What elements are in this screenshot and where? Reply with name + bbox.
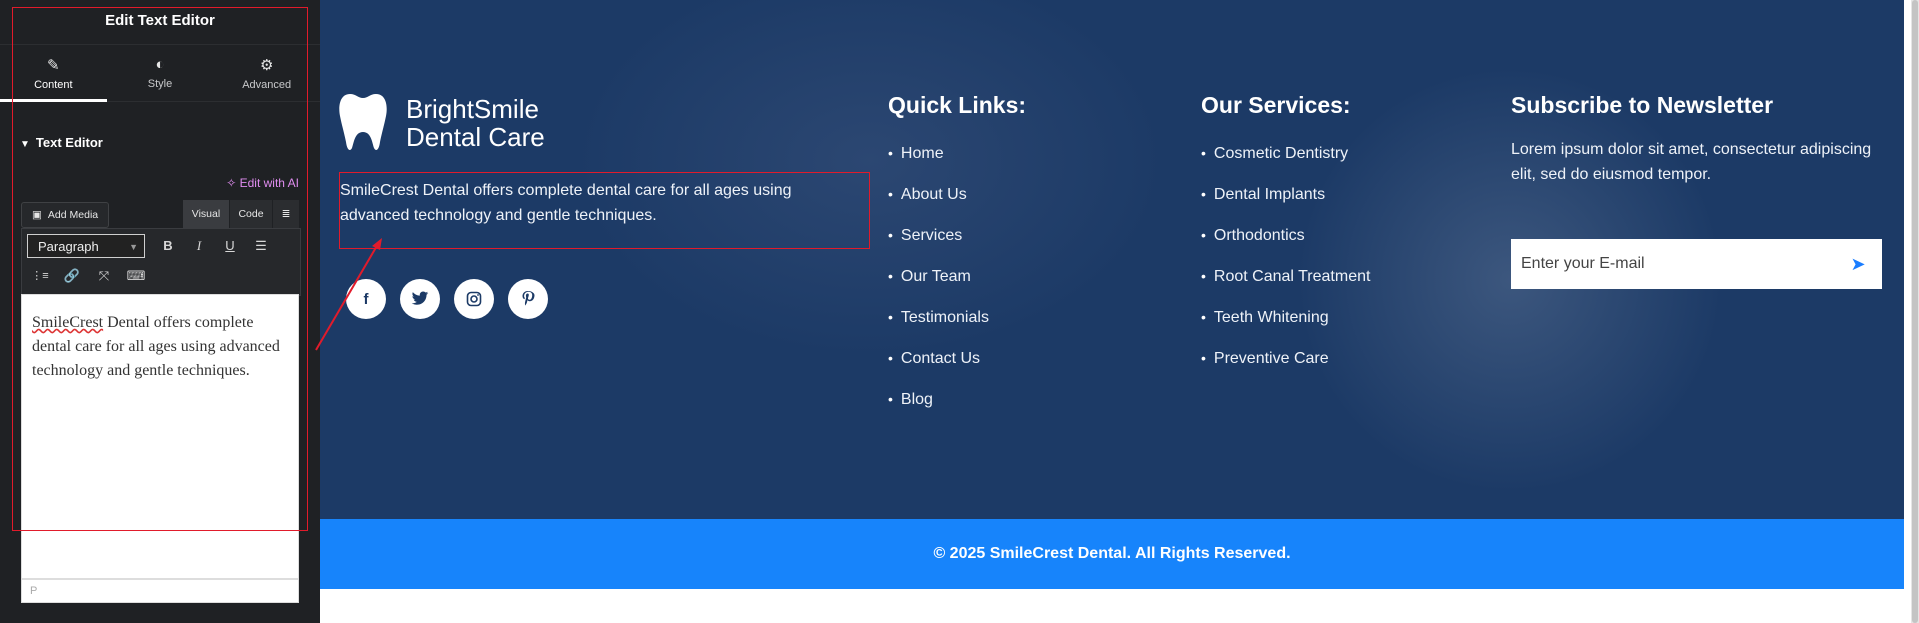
quick-link-home[interactable]: Home (888, 141, 1026, 182)
quick-links-column: Quick Links: Home About Us Services Our … (888, 92, 1026, 428)
section-toggle-text-editor[interactable]: ▼ Text Editor (20, 135, 103, 150)
editor-content: SmileCrest Dental offers complete dental… (32, 311, 287, 383)
contrast-icon: ◐ (155, 56, 165, 73)
site-preview: BrightSmile Dental Care SmileCrest Denta… (320, 0, 1904, 623)
link-icon[interactable]: 🔗 (61, 265, 83, 287)
service-implants[interactable]: Dental Implants (1201, 182, 1370, 223)
paragraph-format-select[interactable]: Paragraph ▼ (27, 234, 145, 258)
services-column: Our Services: Cosmetic Dentistry Dental … (1201, 92, 1370, 387)
footer-main: BrightSmile Dental Care SmileCrest Denta… (320, 0, 1904, 519)
copyright-bar: © 2025 SmileCrest Dental. All Rights Res… (320, 519, 1904, 589)
pinterest-icon[interactable] (508, 279, 548, 319)
copyright-text: © 2025 SmileCrest Dental. All Rights Res… (933, 545, 1291, 562)
panel-title: Edit Text Editor (0, 0, 320, 45)
social-links: f (346, 279, 548, 319)
caret-down-icon: ▼ (20, 139, 30, 150)
newsletter-form: ➤ (1511, 239, 1882, 289)
facebook-icon[interactable]: f (346, 279, 386, 319)
format-toolbar: Paragraph ▼ B I U ☰ ⋮≡ 🔗 ⤧ ⌨ (21, 228, 301, 296)
tab-advanced[interactable]: ⚙ Advanced (213, 45, 320, 101)
pencil-icon: ✎ (47, 56, 60, 74)
newsletter-column: Subscribe to Newsletter Lorem ipsum dolo… (1511, 92, 1891, 187)
newsletter-title: Subscribe to Newsletter (1511, 92, 1774, 118)
mode-code-tab[interactable]: Code (230, 200, 272, 228)
paragraph-format-value: Paragraph (38, 239, 99, 254)
misspelled-word: SmileCrest (32, 314, 104, 331)
tab-advanced-label: Advanced (242, 78, 292, 91)
edit-with-ai-button[interactable]: ✧ Edit with AI (226, 176, 299, 190)
tab-style[interactable]: ◐ Style (107, 45, 214, 101)
scrollbar-thumb[interactable] (1912, 0, 1918, 623)
quick-links-list: Home About Us Services Our Team Testimon… (888, 141, 1026, 428)
page-scrollbar[interactable] (1911, 0, 1919, 623)
gear-icon: ⚙ (259, 56, 274, 74)
quick-link-about[interactable]: About Us (888, 182, 1026, 223)
email-input[interactable] (1511, 239, 1831, 289)
brand-name: BrightSmile Dental Care (406, 95, 545, 151)
quick-link-contact[interactable]: Contact Us (888, 346, 1026, 387)
sparkle-icon: ✧ (226, 176, 240, 190)
bold-button[interactable]: B (157, 235, 179, 257)
service-whitening[interactable]: Teeth Whitening (1201, 305, 1370, 346)
services-title: Our Services: (1201, 92, 1351, 118)
quick-link-testimonials[interactable]: Testimonials (888, 305, 1026, 346)
brand-line1: BrightSmile (406, 94, 539, 124)
tab-content-label: Content (34, 78, 73, 91)
panel-tabs: ✎ Content ◐ Style ⚙ Advanced (0, 45, 320, 102)
tab-style-label: Style (147, 78, 173, 90)
newsletter-text: Lorem ipsum dolor sit amet, consectetur … (1511, 141, 1872, 183)
brand-line2: Dental Care (406, 122, 545, 152)
mode-visual-tab[interactable]: Visual (183, 200, 229, 228)
keyboard-icon[interactable]: ⌨ (125, 265, 147, 287)
highlight-box-text (339, 172, 870, 249)
tooth-icon (339, 94, 387, 150)
underline-button[interactable]: U (219, 235, 241, 257)
bullet-list-icon[interactable]: ☰ (250, 235, 272, 257)
italic-button[interactable]: I (188, 235, 210, 257)
fullscreen-icon[interactable]: ⤧ (93, 265, 115, 287)
instagram-icon[interactable] (454, 279, 494, 319)
service-orthodontics[interactable]: Orthodontics (1201, 223, 1370, 264)
twitter-icon[interactable] (400, 279, 440, 319)
service-cosmetic[interactable]: Cosmetic Dentistry (1201, 141, 1370, 182)
text-editor-area[interactable]: SmileCrest Dental offers complete dental… (21, 294, 299, 579)
tab-content[interactable]: ✎ Content (0, 45, 107, 102)
services-list: Cosmetic Dentistry Dental Implants Ortho… (1201, 141, 1371, 387)
service-preventive[interactable]: Preventive Care (1201, 346, 1370, 387)
numbered-list-icon[interactable]: ⋮≡ (29, 265, 51, 287)
quick-link-services[interactable]: Services (888, 223, 1026, 264)
quick-links-title: Quick Links: (888, 92, 1027, 118)
service-root-canal[interactable]: Root Canal Treatment (1201, 264, 1371, 305)
media-icon: ▣ (32, 209, 42, 221)
quick-link-team[interactable]: Our Team (888, 264, 1026, 305)
editor-panel: Edit Text Editor ✎ Content ◐ Style ⚙ Adv… (0, 0, 320, 623)
edit-ai-label: Edit with AI (239, 176, 299, 190)
editor-toolbar-top: ▣ Add Media Visual Code ≣ (21, 200, 299, 228)
add-media-button[interactable]: ▣ Add Media (21, 202, 110, 228)
section-title-label: Text Editor (35, 135, 103, 150)
send-icon[interactable]: ➤ (1846, 252, 1870, 276)
select-arrow-icon: ▼ (129, 242, 138, 252)
add-media-label: Add Media (47, 209, 99, 221)
quick-link-blog[interactable]: Blog (888, 387, 1026, 428)
database-icon[interactable]: ≣ (273, 200, 299, 228)
footer-logo[interactable]: BrightSmile Dental Care (338, 92, 545, 154)
editor-element-path: P (21, 579, 299, 603)
